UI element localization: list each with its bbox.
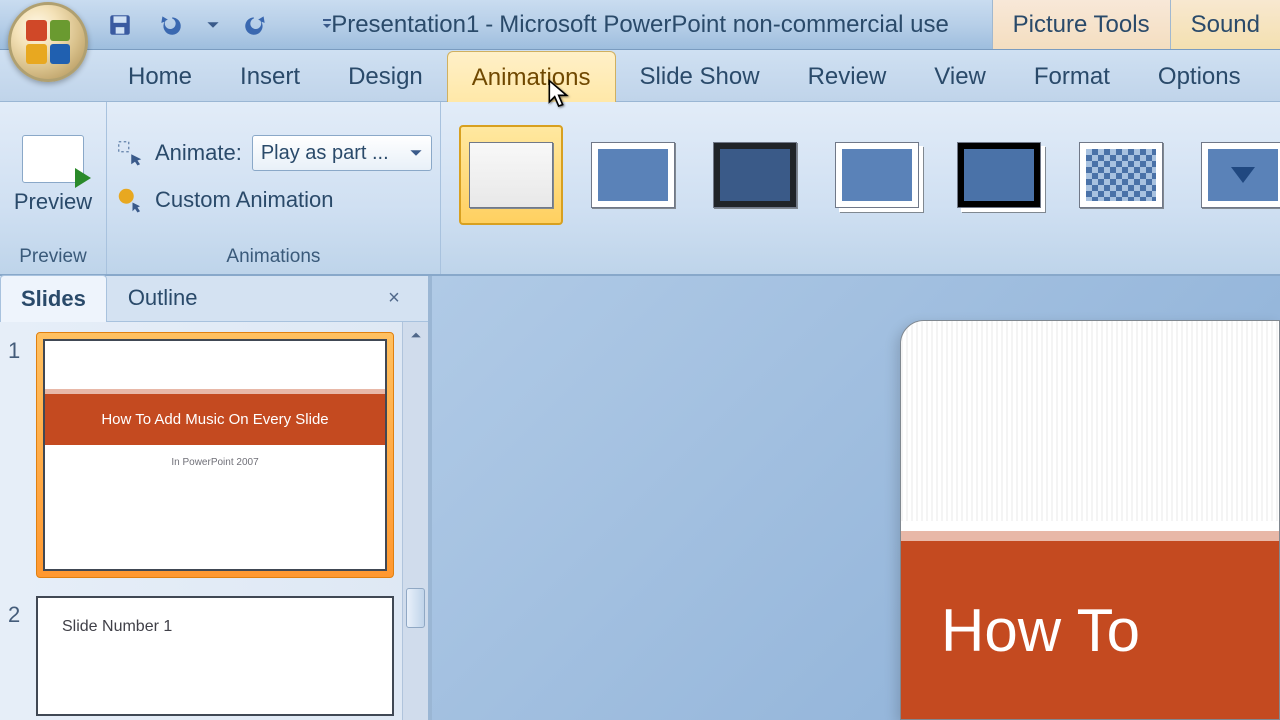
animate-value: Play as part ... [261, 142, 389, 165]
panel-tab-slides[interactable]: Slides [0, 275, 107, 322]
custom-animation-icon [115, 185, 145, 215]
group-preview: Preview Preview [0, 102, 107, 274]
office-logo-icon [26, 20, 70, 64]
group-label-animations: Animations [115, 242, 432, 274]
app-name: Microsoft PowerPoint non-commercial use [499, 11, 949, 38]
custom-animation-label: Custom Animation [155, 187, 334, 213]
slide-1-title: How To Add Music On Every Slide [45, 389, 385, 445]
tab-animations[interactable]: Animations [447, 51, 616, 102]
transition-cut-through-black[interactable] [947, 125, 1051, 225]
transition-gallery [449, 125, 1280, 225]
tab-options[interactable]: Options [1134, 51, 1265, 101]
slide-thumbnail-selected[interactable]: How To Add Music On Every Slide In Power… [36, 332, 394, 578]
transition-fade[interactable] [581, 125, 685, 225]
ribbon: Preview Preview Animate: Play as part ..… [0, 102, 1280, 276]
transition-dissolve[interactable] [1069, 125, 1173, 225]
context-tab-picture-tools[interactable]: Picture Tools [992, 0, 1170, 49]
slide-number: 2 [8, 596, 28, 716]
preview-label: Preview [14, 189, 92, 215]
group-animations: Animate: Play as part ... Custom Animati… [107, 102, 441, 274]
slide-2-title: Slide Number 1 [62, 618, 172, 636]
panel-tabs: Slides Outline × [0, 276, 428, 322]
office-button[interactable] [8, 2, 88, 82]
animate-row: Animate: Play as part ... [115, 135, 432, 171]
undo-icon[interactable] [154, 9, 186, 41]
preview-button[interactable]: Preview [8, 135, 98, 215]
group-label-transitions [449, 242, 1280, 274]
tab-home[interactable]: Home [104, 51, 216, 101]
main-slide[interactable]: How To [900, 320, 1280, 720]
group-label-preview: Preview [8, 242, 98, 274]
slide-entry[interactable]: 1 How To Add Music On Every Slide In Pow… [8, 332, 394, 578]
slide-number: 1 [8, 332, 28, 578]
slide-1-subtitle: In PowerPoint 2007 [171, 457, 258, 468]
animate-label: Animate: [155, 140, 242, 166]
context-tab-sound[interactable]: Sound [1170, 0, 1280, 49]
tab-view[interactable]: View [910, 51, 1010, 101]
title-bar: Presentation1-Microsoft PowerPoint non-c… [0, 0, 1280, 50]
slide-entry[interactable]: 2 Slide Number 1 [8, 596, 394, 716]
custom-animation-button[interactable]: Custom Animation [115, 185, 432, 215]
redo-icon[interactable] [240, 9, 272, 41]
tab-review[interactable]: Review [784, 51, 911, 101]
transition-cut[interactable] [825, 125, 929, 225]
animate-dropdown[interactable]: Play as part ... [252, 135, 432, 171]
slide-background [901, 321, 1279, 521]
panel-close-button[interactable]: × [382, 286, 406, 310]
scroll-track[interactable] [403, 348, 428, 718]
scroll-up-icon[interactable] [403, 322, 428, 348]
qat-customize-icon[interactable] [318, 9, 336, 41]
tab-format[interactable]: Format [1010, 51, 1134, 101]
slides-list: 1 How To Add Music On Every Slide In Pow… [0, 322, 402, 720]
slide-thumbnail[interactable]: Slide Number 1 [36, 596, 394, 716]
transition-none[interactable] [459, 125, 563, 225]
slide-title-band: How To [901, 531, 1279, 719]
slide-canvas[interactable]: How To [432, 276, 1280, 720]
scroll-thumb[interactable] [406, 588, 425, 628]
group-transitions [441, 102, 1280, 274]
animate-icon [115, 138, 145, 168]
undo-dropdown-icon[interactable] [204, 9, 222, 41]
panel-tab-outline[interactable]: Outline [107, 274, 219, 321]
chevron-down-icon [409, 146, 423, 160]
preview-icon [22, 135, 84, 183]
tab-design[interactable]: Design [324, 51, 447, 101]
doc-name: Presentation1 [331, 11, 479, 38]
slides-scrollbar[interactable] [402, 322, 428, 720]
transition-wipe-down[interactable] [1191, 125, 1280, 225]
tab-insert[interactable]: Insert [216, 51, 324, 101]
tab-slide-show[interactable]: Slide Show [616, 51, 784, 101]
transition-fade-through-black[interactable] [703, 125, 807, 225]
contextual-tabs: Picture Tools Sound [992, 0, 1280, 49]
ribbon-tabs: Home Insert Design Animations Slide Show… [0, 50, 1280, 102]
slide-title-text: How To [941, 596, 1140, 665]
save-icon[interactable] [104, 9, 136, 41]
work-area: Slides Outline × 1 How To Add Music On E… [0, 276, 1280, 720]
quick-access-toolbar [104, 0, 336, 49]
slides-panel: Slides Outline × 1 How To Add Music On E… [0, 276, 432, 720]
